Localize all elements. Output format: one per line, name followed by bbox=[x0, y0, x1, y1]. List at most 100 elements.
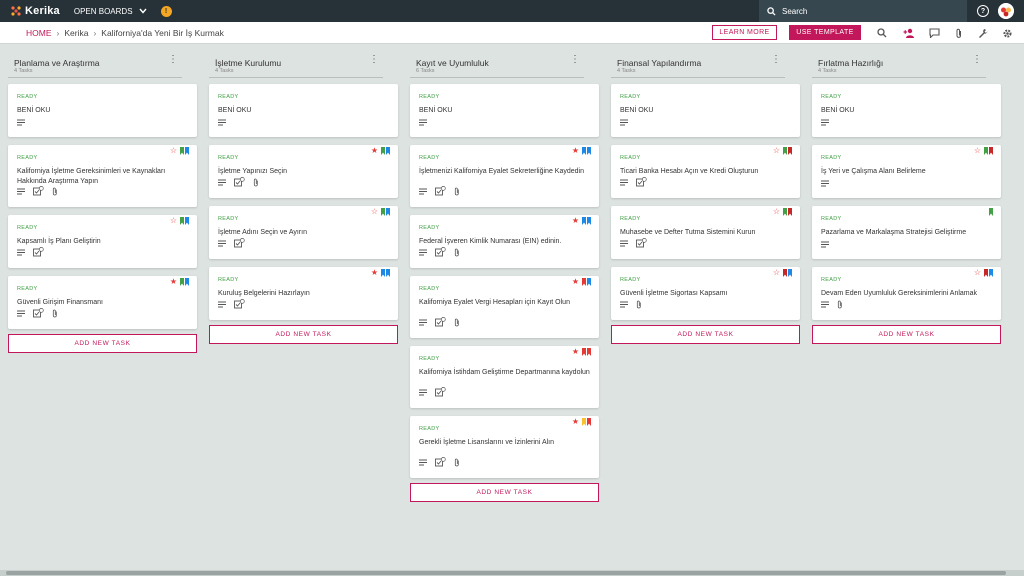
more-vertical-icon[interactable]: ⋮ bbox=[369, 55, 379, 65]
wrench-icon[interactable] bbox=[977, 27, 989, 39]
column-title[interactable]: Fırlatma Hazırlığı bbox=[818, 58, 883, 68]
kerika-logo[interactable]: Kerika bbox=[10, 5, 60, 17]
help-icon[interactable]: ? bbox=[977, 5, 989, 17]
star-outline-icon[interactable]: ☆ bbox=[773, 208, 780, 216]
task-card[interactable]: ★ READY Federal İşveren Kimlik Numarası (E… bbox=[410, 215, 599, 268]
add-new-task-button[interactable]: ADD NEW TASK bbox=[812, 325, 1001, 344]
add-new-task-button[interactable]: ADD NEW TASK bbox=[611, 325, 800, 344]
task-card[interactable]: ★ READY İşletmenizi Kaliforniya Eyalet Sek… bbox=[410, 145, 599, 207]
task-title[interactable]: Kaliforniya Eyalet Vergi Hesapları için … bbox=[419, 298, 591, 308]
star-filled-icon[interactable]: ★ bbox=[572, 348, 579, 356]
task-card[interactable]: READY BENİ OKU bbox=[611, 84, 800, 137]
task-card[interactable]: ☆ READY Muhasebe ve Defter Tutma Sistemini… bbox=[611, 206, 800, 259]
task-card[interactable]: ★ READY Gerekli İşletme Lisanslarını ve İz… bbox=[410, 416, 599, 478]
open-boards-menu[interactable]: OPEN BOARDS bbox=[74, 7, 147, 16]
more-vertical-icon[interactable]: ⋮ bbox=[570, 55, 580, 65]
task-title[interactable]: İş Yeri ve Çalışma Alanı Belirleme bbox=[821, 167, 993, 177]
search-box[interactable]: Search bbox=[759, 0, 967, 22]
task-card[interactable]: READY BENİ OKU bbox=[812, 84, 1001, 137]
breadcrumb-board[interactable]: Kaliforniya'da Yeni Bir İş Kurmak bbox=[101, 28, 224, 38]
column-title[interactable]: Finansal Yapılandırma bbox=[617, 58, 701, 68]
task-title[interactable]: Kuruluş Belgelerini Hazırlayın bbox=[218, 289, 390, 299]
task-card[interactable]: ★ READY Kuruluş Belgelerini Hazırlayın bbox=[209, 267, 398, 320]
task-title[interactable]: Federal İşveren Kimlik Numarası (EIN) ed… bbox=[419, 237, 591, 247]
breadcrumb-org[interactable]: Kerika bbox=[64, 28, 88, 38]
column-title[interactable]: Kayıt ve Uyumluluk bbox=[416, 58, 489, 68]
scrollbar-thumb[interactable] bbox=[6, 571, 1006, 575]
column-title[interactable]: İşletme Kurulumu bbox=[215, 58, 281, 68]
avatar[interactable] bbox=[998, 3, 1014, 19]
task-title[interactable]: Ticari Banka Hesabı Açın ve Kredi Oluştu… bbox=[620, 167, 792, 177]
star-filled-icon[interactable]: ★ bbox=[572, 278, 579, 286]
task-card[interactable]: ☆ READY Kaliforniya İşletme Gereksinimleri… bbox=[8, 145, 197, 207]
more-vertical-icon[interactable]: ⋮ bbox=[771, 55, 781, 65]
task-status: READY bbox=[218, 155, 239, 161]
task-status: READY bbox=[17, 94, 38, 100]
star-outline-icon[interactable]: ☆ bbox=[773, 147, 780, 155]
star-outline-icon[interactable]: ☆ bbox=[974, 269, 981, 277]
task-title[interactable]: Kapsamlı İş Planı Geliştirin bbox=[17, 237, 189, 247]
more-vertical-icon[interactable]: ⋮ bbox=[972, 55, 982, 65]
task-title[interactable]: Kaliforniya İşletme Gereksinimleri ve Ka… bbox=[17, 167, 189, 187]
notes-icon bbox=[218, 119, 226, 128]
star-filled-icon[interactable]: ★ bbox=[371, 147, 378, 155]
task-card[interactable]: ☆ READY İş Yeri ve Çalışma Alanı Belirleme bbox=[812, 145, 1001, 198]
task-card[interactable]: READY Pazarlama ve Markalaşma Stratejisi … bbox=[812, 206, 1001, 259]
star-outline-icon[interactable]: ☆ bbox=[170, 217, 177, 225]
chat-icon[interactable] bbox=[928, 27, 940, 39]
task-title[interactable]: Pazarlama ve Markalaşma Stratejisi Geliş… bbox=[821, 228, 993, 238]
breadcrumb-home[interactable]: HOME bbox=[26, 28, 52, 38]
add-new-task-button[interactable]: ADD NEW TASK bbox=[209, 325, 398, 344]
task-card[interactable]: ☆ READY Ticari Banka Hesabı Açın ve Kredi … bbox=[611, 145, 800, 198]
board-search-icon[interactable] bbox=[876, 27, 888, 39]
task-title[interactable]: BENİ OKU bbox=[620, 106, 792, 116]
task-title[interactable]: BENİ OKU bbox=[17, 106, 189, 116]
task-title[interactable]: BENİ OKU bbox=[821, 106, 993, 116]
learn-more-button[interactable]: LEARN MORE bbox=[712, 25, 777, 40]
column-task-count: 6 Tasks bbox=[416, 68, 435, 74]
task-title[interactable]: İşletmenizi Kaliforniya Eyalet Sekreterl… bbox=[419, 167, 591, 177]
task-card[interactable]: READY BENİ OKU bbox=[410, 84, 599, 137]
star-filled-icon[interactable]: ★ bbox=[572, 147, 579, 155]
task-title[interactable]: BENİ OKU bbox=[419, 106, 591, 116]
star-filled-icon[interactable]: ★ bbox=[371, 269, 378, 277]
attachment-icon[interactable] bbox=[953, 27, 965, 39]
task-title[interactable]: Kaliforniya İstihdam Geliştirme Departma… bbox=[419, 368, 591, 378]
task-title[interactable]: Gerekli İşletme Lisanslarını ve İzinleri… bbox=[419, 438, 591, 448]
column-title[interactable]: Planlama ve Araştırma bbox=[14, 58, 100, 68]
card-icons bbox=[419, 119, 427, 128]
star-outline-icon[interactable]: ☆ bbox=[371, 208, 378, 216]
star-filled-icon[interactable]: ★ bbox=[170, 278, 177, 286]
task-title[interactable]: Güvenli Girişim Finansmanı bbox=[17, 298, 189, 308]
task-card[interactable]: READY BENİ OKU bbox=[8, 84, 197, 137]
task-title[interactable]: İşletme Adını Seçin ve Ayırın bbox=[218, 228, 390, 238]
star-outline-icon[interactable]: ☆ bbox=[170, 147, 177, 155]
task-title[interactable]: Güvenli İşletme Sigortası Kapsamı bbox=[620, 289, 792, 299]
card-icons bbox=[17, 119, 25, 128]
star-filled-icon[interactable]: ★ bbox=[572, 217, 579, 225]
task-card[interactable]: ★ READY İşletme Yapınızı Seçin bbox=[209, 145, 398, 198]
task-card[interactable]: ★ READY Kaliforniya İstihdam Geliştirme De… bbox=[410, 346, 599, 408]
task-card[interactable]: ★ READY Güvenli Girişim Finansmanı bbox=[8, 276, 197, 329]
add-new-task-button[interactable]: ADD NEW TASK bbox=[410, 483, 599, 502]
horizontal-scrollbar[interactable] bbox=[0, 570, 1024, 576]
task-title[interactable]: Muhasebe ve Defter Tutma Sistemini Kurun bbox=[620, 228, 792, 238]
add-person-icon[interactable] bbox=[903, 27, 915, 39]
task-card[interactable]: ☆ READY İşletme Adını Seçin ve Ayırın bbox=[209, 206, 398, 259]
star-outline-icon[interactable]: ☆ bbox=[974, 147, 981, 155]
task-card[interactable]: READY BENİ OKU bbox=[209, 84, 398, 137]
task-card[interactable]: ☆ READY Devam Eden Uyumluluk Gereksinimler… bbox=[812, 267, 1001, 320]
star-outline-icon[interactable]: ☆ bbox=[773, 269, 780, 277]
task-card[interactable]: ★ READY Kaliforniya Eyalet Vergi Hesapları… bbox=[410, 276, 599, 338]
task-title[interactable]: Devam Eden Uyumluluk Gereksinimlerini An… bbox=[821, 289, 993, 299]
use-template-button[interactable]: USE TEMPLATE bbox=[789, 25, 861, 40]
task-title[interactable]: BENİ OKU bbox=[218, 106, 390, 116]
add-new-task-button[interactable]: ADD NEW TASK bbox=[8, 334, 197, 353]
notification-bulb-icon[interactable]: ! bbox=[160, 5, 172, 17]
task-card[interactable]: ☆ READY Güvenli İşletme Sigortası Kapsamı bbox=[611, 267, 800, 320]
gear-icon[interactable] bbox=[1001, 27, 1013, 39]
more-vertical-icon[interactable]: ⋮ bbox=[168, 55, 178, 65]
star-filled-icon[interactable]: ★ bbox=[572, 418, 579, 426]
task-title[interactable]: İşletme Yapınızı Seçin bbox=[218, 167, 390, 177]
task-card[interactable]: ☆ READY Kapsamlı İş Planı Geliştirin bbox=[8, 215, 197, 268]
